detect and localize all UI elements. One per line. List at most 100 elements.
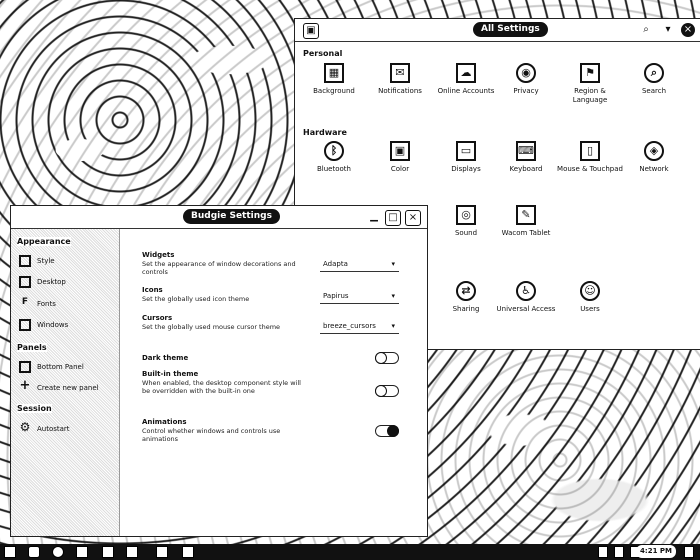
fonts-icon: F xyxy=(21,297,29,307)
tile-label: Bluetooth xyxy=(317,165,351,173)
settings-content: Widgets Set the appearance of window dec… xyxy=(120,229,427,536)
settings-tile-region-language[interactable]: ⚑ Region & Language xyxy=(557,63,623,105)
chevron-down-icon: ▾ xyxy=(391,260,395,268)
network-icon: ◈ xyxy=(644,141,664,161)
notifications-icon: ✉ xyxy=(390,63,410,83)
sidebar-item-fonts[interactable]: F Fonts xyxy=(19,296,56,312)
volume-tray-icon[interactable] xyxy=(614,546,624,558)
tile-label: Wacom Tablet xyxy=(501,229,551,237)
sharing-icon: ⇄ xyxy=(456,281,476,301)
settings-tile-network[interactable]: ◈ Network xyxy=(621,141,687,174)
search-icon[interactable]: ⌕ xyxy=(639,23,653,37)
maximize-icon[interactable]: □ xyxy=(385,210,401,226)
widgets-title: Widgets xyxy=(142,251,175,259)
menu-icon[interactable] xyxy=(4,546,16,558)
section-hardware: Hardware xyxy=(303,128,347,137)
cursors-title: Cursors xyxy=(142,314,173,322)
tile-label: Background xyxy=(313,87,355,95)
mouse-icon: ▯ xyxy=(580,141,600,161)
notifications-tray-icon[interactable] xyxy=(684,546,694,558)
builtin-theme-title: Built-in theme xyxy=(142,370,199,378)
tile-label: Search xyxy=(641,87,667,95)
tile-label: Online Accounts xyxy=(437,87,495,95)
settings-tile-online-accounts[interactable]: ☁ Online Accounts xyxy=(433,63,499,96)
settings-tile-sharing[interactable]: ⇄ Sharing xyxy=(433,281,499,314)
sidebar-header-session: Session xyxy=(17,404,52,413)
style-icon xyxy=(19,255,31,267)
cursors-desc: Set the globally used mouse cursor theme xyxy=(142,323,281,331)
accessibility-icon: ♿ xyxy=(516,281,536,301)
sidebar-item-desktop[interactable]: Desktop xyxy=(19,274,66,290)
files-icon[interactable] xyxy=(28,546,40,558)
keyboard-icon: ⌨ xyxy=(516,141,536,161)
settings-tile-search[interactable]: ⌕ Search xyxy=(621,63,687,96)
sidebar-item-windows[interactable]: Windows xyxy=(19,317,68,333)
builtin-theme-switch[interactable] xyxy=(375,385,399,397)
settings-tile-privacy[interactable]: ◉ Privacy xyxy=(493,63,559,96)
sidebar-item-autostart[interactable]: ⚙ Autostart xyxy=(19,421,70,437)
sidebar-header-appearance: Appearance xyxy=(17,237,71,246)
settings-tile-mouse-touchpad[interactable]: ▯ Mouse & Touchpad xyxy=(557,141,623,174)
tile-label: Displays xyxy=(451,165,481,173)
minimize-icon[interactable]: ▁ xyxy=(367,210,381,224)
settings-tile-sound[interactable]: ◎ Sound xyxy=(433,205,499,238)
settings-tile-bluetooth[interactable]: ᛒ Bluetooth xyxy=(301,141,367,174)
settings-tile-keyboard[interactable]: ⌨ Keyboard xyxy=(493,141,559,174)
tile-label: Users xyxy=(580,305,600,313)
budgie-settings-app-icon[interactable] xyxy=(182,546,194,558)
minimize-icon[interactable]: ▾ xyxy=(661,23,675,37)
sound-icon: ◎ xyxy=(456,205,476,225)
settings-tile-wacom-tablet[interactable]: ✎ Wacom Tablet xyxy=(493,205,559,238)
tile-label: Color xyxy=(390,165,410,173)
app-menu-icon[interactable]: ▣ xyxy=(303,23,319,39)
tile-label: Notifications xyxy=(378,87,422,95)
software-icon[interactable] xyxy=(126,546,138,558)
cloud-icon: ☁ xyxy=(456,63,476,83)
clock[interactable]: 4:21 PM xyxy=(636,545,676,558)
icons-title: Icons xyxy=(142,286,163,294)
sidebar-item-style[interactable]: Style xyxy=(19,253,55,269)
network-tray-icon[interactable] xyxy=(598,546,608,558)
display-icon: ▭ xyxy=(456,141,476,161)
settings-tile-color[interactable]: ▣ Color xyxy=(367,141,433,174)
tile-label: Network xyxy=(639,165,669,173)
tile-label: Privacy xyxy=(513,87,539,95)
settings-tile-users[interactable]: ☺ Users xyxy=(557,281,623,314)
tile-label: Sharing xyxy=(452,305,480,313)
settings-tile-displays[interactable]: ▭ Displays xyxy=(433,141,499,174)
sidebar-item-create-panel[interactable]: + Create new panel xyxy=(19,378,99,396)
background-icon: ▦ xyxy=(324,63,344,83)
animations-title: Animations xyxy=(142,418,187,426)
cursors-theme-select[interactable]: breeze_cursors ▾ xyxy=(320,319,399,334)
settings-tile-background[interactable]: ▦ Background xyxy=(301,63,367,96)
close-icon[interactable]: × xyxy=(681,23,695,37)
browser-icon[interactable] xyxy=(52,546,64,558)
widgets-theme-select[interactable]: Adapta ▾ xyxy=(320,257,399,272)
editor-icon[interactable] xyxy=(102,546,114,558)
bottom-panel: 4:21 PM xyxy=(0,544,700,560)
privacy-icon: ◉ xyxy=(516,63,536,83)
add-icon: + xyxy=(19,378,31,393)
panel-icon xyxy=(19,361,31,373)
settings-app-icon[interactable] xyxy=(156,546,168,558)
settings-tile-notifications[interactable]: ✉ Notifications xyxy=(367,63,433,96)
icons-theme-select[interactable]: Papirus ▾ xyxy=(320,289,399,304)
tile-label: Region & Language xyxy=(572,87,608,104)
terminal-icon[interactable] xyxy=(76,546,88,558)
desktop-icon xyxy=(19,276,31,288)
tile-label: Sound xyxy=(454,229,478,237)
color-icon: ▣ xyxy=(390,141,410,161)
dark-theme-switch[interactable] xyxy=(375,352,399,364)
close-icon[interactable]: × xyxy=(405,210,421,226)
builtin-theme-desc: When enabled, the desktop component styl… xyxy=(142,379,301,395)
widgets-desc: Set the appearance of window decorations… xyxy=(142,260,296,276)
chevron-down-icon: ▾ xyxy=(391,322,395,330)
users-icon: ☺ xyxy=(580,281,600,301)
icons-desc: Set the globally used icon theme xyxy=(142,295,250,303)
animations-switch[interactable] xyxy=(375,425,399,437)
gear-icon: ⚙ xyxy=(19,420,31,434)
sidebar-item-bottom-panel[interactable]: Bottom Panel xyxy=(19,359,84,375)
tile-label: Keyboard xyxy=(509,165,543,173)
settings-tile-universal-access[interactable]: ♿ Universal Access xyxy=(493,281,559,314)
sidebar: Appearance Style Desktop F Fonts Windows … xyxy=(11,229,120,536)
